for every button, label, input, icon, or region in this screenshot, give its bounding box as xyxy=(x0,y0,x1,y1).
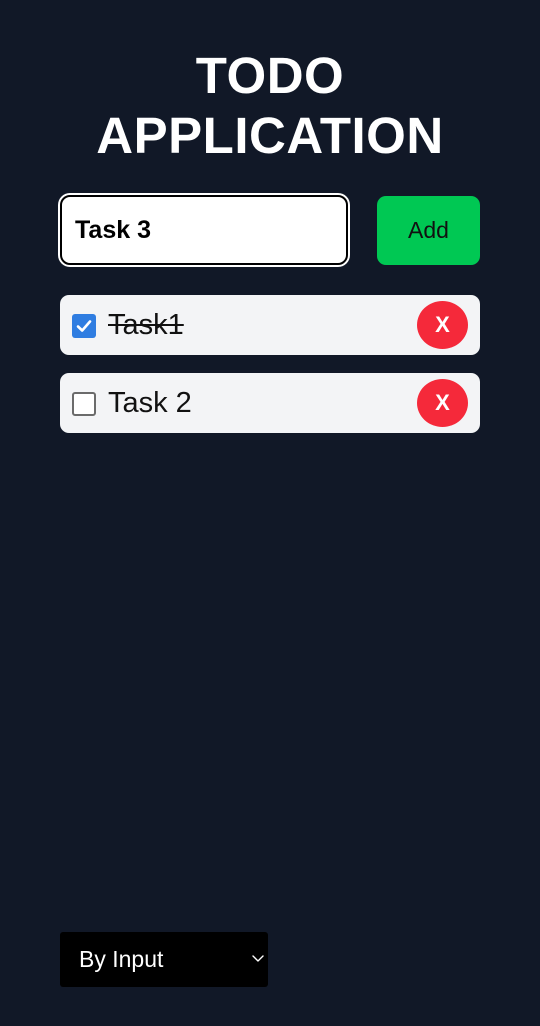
page-title: TODO APPLICATION xyxy=(0,46,540,166)
task-label: Task 2 xyxy=(108,387,192,419)
task-checkbox-unchecked[interactable] xyxy=(72,392,96,416)
title-line-1: TODO xyxy=(195,47,345,104)
add-button[interactable]: Add xyxy=(377,196,480,265)
delete-task-button[interactable]: X xyxy=(417,301,468,349)
delete-task-button[interactable]: X xyxy=(417,379,468,427)
task-input[interactable] xyxy=(60,195,348,265)
checkmark-icon xyxy=(76,320,92,332)
task-item: Task1 X xyxy=(60,295,480,355)
task-label: Task1 xyxy=(108,309,184,341)
title-line-2: APPLICATION xyxy=(96,107,444,164)
sort-select[interactable]: By Input xyxy=(60,932,268,987)
chevron-down-icon xyxy=(252,955,264,962)
sort-select-value: By Input xyxy=(79,946,164,972)
task-item: Task 2 X xyxy=(60,373,480,433)
task-checkbox-checked[interactable] xyxy=(72,314,96,338)
